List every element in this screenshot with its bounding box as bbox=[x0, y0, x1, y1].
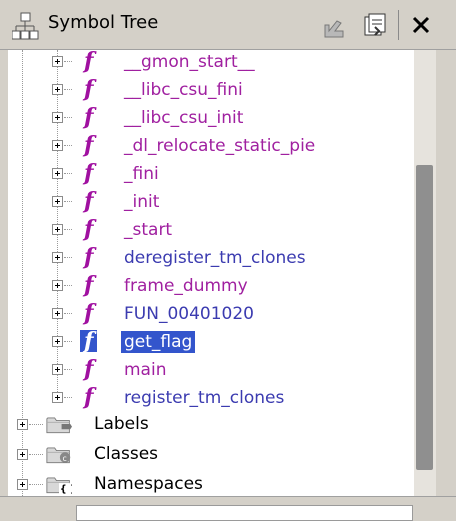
svg-text:c: c bbox=[62, 454, 66, 463]
function-row[interactable]: f __libc_csu_fini bbox=[8, 76, 414, 104]
expand-toggle-icon[interactable] bbox=[52, 392, 63, 403]
function-row[interactable]: f register_tm_clones bbox=[8, 384, 414, 412]
classes-folder-icon: c bbox=[46, 447, 71, 464]
navigate-on-incoming-button[interactable] bbox=[316, 8, 350, 42]
expand-toggle-icon[interactable] bbox=[17, 449, 28, 460]
expand-toggle-icon[interactable] bbox=[52, 252, 63, 263]
function-label[interactable]: _init bbox=[121, 191, 162, 213]
tree-connector bbox=[64, 89, 72, 90]
folder-label[interactable]: Namespaces bbox=[94, 473, 203, 495]
tree-connector bbox=[64, 173, 72, 174]
folder-label[interactable]: Classes bbox=[94, 443, 158, 465]
function-icon: f bbox=[84, 104, 94, 130]
function-icon: f bbox=[80, 330, 98, 352]
navigate-hand-icon bbox=[324, 20, 344, 38]
tree-connector bbox=[29, 424, 43, 425]
tree-connector bbox=[64, 341, 72, 342]
expand-toggle-icon[interactable] bbox=[52, 224, 63, 235]
toolbar-separator bbox=[398, 10, 399, 40]
expand-toggle-icon[interactable] bbox=[52, 336, 63, 347]
tree-connector bbox=[64, 201, 72, 202]
expand-toggle-icon[interactable] bbox=[52, 364, 63, 375]
function-icon: f bbox=[84, 132, 94, 158]
scrollbar-thumb[interactable] bbox=[416, 165, 433, 470]
title-bar: Symbol Tree bbox=[0, 0, 456, 50]
function-row[interactable]: f deregister_tm_clones bbox=[8, 244, 414, 272]
expand-toggle-icon[interactable] bbox=[52, 140, 63, 151]
svg-text:{ }: { } bbox=[60, 484, 72, 494]
function-label[interactable]: frame_dummy bbox=[121, 275, 251, 297]
function-row[interactable]: f get_flag bbox=[8, 328, 414, 356]
function-icon: f bbox=[84, 356, 94, 382]
expand-toggle-icon[interactable] bbox=[17, 479, 28, 490]
tree-connector bbox=[64, 61, 72, 62]
function-row[interactable]: f FUN_00401020 bbox=[8, 300, 414, 328]
function-row[interactable]: f _init bbox=[8, 188, 414, 216]
folder-row[interactable]: { } Namespaces bbox=[8, 470, 414, 496]
folder-row[interactable]: c Classes bbox=[8, 440, 414, 468]
symbol-tree-icon bbox=[12, 12, 39, 40]
tree-connector bbox=[64, 313, 72, 314]
function-row[interactable]: f _dl_relocate_static_pie bbox=[8, 132, 414, 160]
snapshot-icon bbox=[364, 13, 386, 36]
tree-connector bbox=[64, 369, 72, 370]
labels-folder-icon bbox=[46, 417, 72, 434]
create-snapshot-button[interactable] bbox=[358, 8, 392, 42]
function-label[interactable]: __gmon_start__ bbox=[121, 51, 258, 73]
function-label[interactable]: _start bbox=[121, 219, 175, 241]
function-icon: f bbox=[84, 300, 94, 326]
tree-connector bbox=[64, 117, 72, 118]
function-row[interactable]: f __libc_csu_init bbox=[8, 104, 414, 132]
function-label[interactable]: _fini bbox=[121, 163, 162, 185]
function-icon: f bbox=[84, 50, 94, 74]
tree-connector bbox=[64, 145, 72, 146]
function-row[interactable]: f main bbox=[8, 356, 414, 384]
symbol-tree[interactable]: f __gmon_start__ f __libc_csu_fini f __libc_c… bbox=[8, 50, 414, 496]
function-label[interactable]: _dl_relocate_static_pie bbox=[121, 135, 318, 157]
expand-toggle-icon[interactable] bbox=[52, 308, 63, 319]
folder-label[interactable]: Labels bbox=[94, 413, 149, 435]
function-row[interactable]: f __gmon_start__ bbox=[8, 50, 414, 76]
function-label[interactable]: get_flag bbox=[121, 331, 196, 353]
expand-toggle-icon[interactable] bbox=[52, 112, 63, 123]
tree-connector bbox=[29, 454, 43, 455]
tree-connector bbox=[64, 285, 72, 286]
tree-connector bbox=[64, 397, 72, 398]
expand-toggle-icon[interactable] bbox=[52, 280, 63, 291]
folder-row[interactable]: Labels bbox=[8, 410, 414, 438]
function-label[interactable]: FUN_00401020 bbox=[121, 303, 257, 325]
filter-input[interactable] bbox=[76, 505, 413, 521]
tree-connector bbox=[64, 229, 72, 230]
namespaces-folder-icon: { } bbox=[46, 477, 72, 494]
function-icon: f bbox=[84, 216, 94, 242]
expand-toggle-icon[interactable] bbox=[17, 419, 28, 430]
function-row[interactable]: f _fini bbox=[8, 160, 414, 188]
function-icon: f bbox=[84, 244, 94, 270]
expand-toggle-icon[interactable] bbox=[52, 56, 63, 67]
function-row[interactable]: f _start bbox=[8, 216, 414, 244]
close-icon bbox=[412, 16, 430, 34]
function-icon: f bbox=[84, 76, 94, 102]
close-button[interactable] bbox=[404, 8, 438, 42]
function-row[interactable]: f frame_dummy bbox=[8, 272, 414, 300]
function-icon: f bbox=[84, 272, 94, 298]
function-icon: f bbox=[84, 188, 94, 214]
function-label[interactable]: __libc_csu_fini bbox=[121, 79, 246, 101]
expand-toggle-icon[interactable] bbox=[52, 168, 63, 179]
function-label[interactable]: register_tm_clones bbox=[121, 387, 287, 409]
right-border bbox=[436, 50, 456, 496]
function-label[interactable]: __libc_csu_init bbox=[121, 107, 246, 129]
function-label[interactable]: main bbox=[121, 359, 169, 381]
function-icon: f bbox=[84, 160, 94, 186]
function-label[interactable]: deregister_tm_clones bbox=[121, 247, 309, 269]
tree-connector bbox=[29, 484, 43, 485]
window-title: Symbol Tree bbox=[48, 12, 159, 33]
expand-toggle-icon[interactable] bbox=[52, 196, 63, 207]
tree-connector bbox=[64, 257, 72, 258]
function-icon: f bbox=[84, 384, 94, 410]
expand-toggle-icon[interactable] bbox=[52, 84, 63, 95]
